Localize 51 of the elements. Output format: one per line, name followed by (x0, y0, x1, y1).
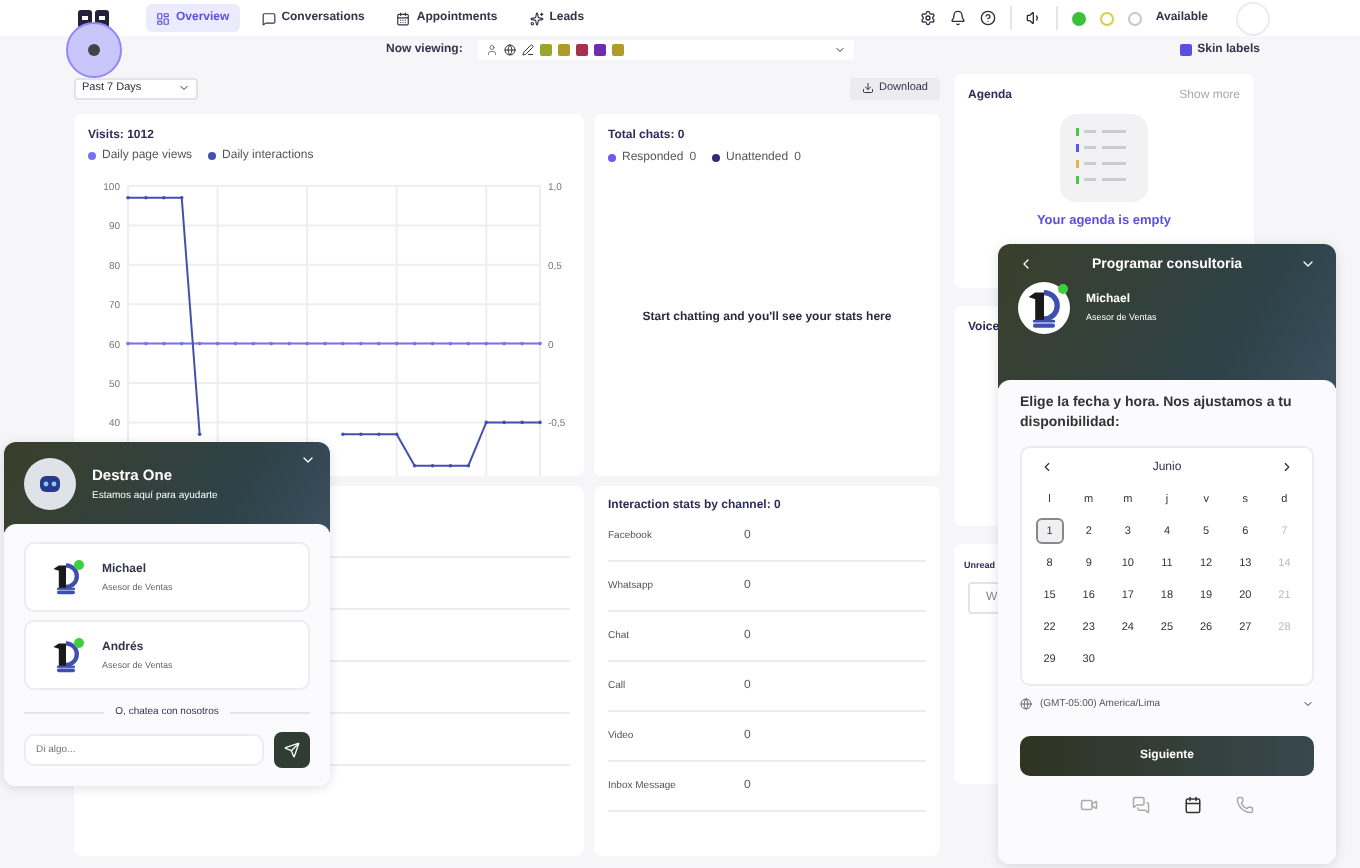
tab-icon (396, 11, 411, 25)
data-point (448, 341, 453, 346)
status-radio[interactable] (1127, 11, 1142, 25)
data-point (466, 341, 471, 346)
help-icon[interactable] (979, 10, 996, 26)
data-point (394, 341, 399, 346)
speaker-icon[interactable] (1025, 10, 1042, 26)
logo-icon (48, 559, 84, 595)
send-icon (284, 742, 300, 758)
viewing-select[interactable] (478, 40, 855, 60)
bell-icon[interactable] (949, 10, 966, 26)
data-point (215, 341, 220, 346)
checkbox[interactable] (1179, 44, 1192, 56)
data-point (484, 420, 489, 425)
data-point (412, 463, 417, 468)
data-point (412, 341, 417, 346)
data-point (179, 341, 184, 346)
next-icon[interactable] (1279, 460, 1294, 474)
send-button[interactable] (274, 732, 310, 768)
caret-icon (178, 82, 190, 94)
tab-icon (156, 11, 170, 25)
caret-icon (834, 44, 847, 56)
empty-list-drawing (1060, 114, 1148, 202)
download-icon (861, 82, 874, 94)
dot-icon (88, 44, 100, 56)
globe-icon (1020, 698, 1032, 710)
data-point (197, 341, 202, 346)
data-point (430, 341, 435, 346)
previous-icon[interactable] (1040, 460, 1054, 474)
data-point (233, 341, 238, 346)
data-point (430, 463, 435, 468)
settings-icon[interactable] (919, 10, 936, 26)
data-point (251, 341, 256, 346)
globe-icon (504, 44, 517, 56)
status-radio[interactable] (1071, 11, 1086, 25)
data-point (484, 341, 489, 346)
pen-icon (522, 44, 535, 56)
collapse-icon[interactable] (300, 452, 316, 468)
user-icon (486, 44, 499, 56)
status-radio[interactable] (1099, 11, 1114, 25)
tab-icon (261, 11, 276, 25)
caret-icon[interactable] (1302, 698, 1314, 710)
calendar-icon[interactable] (1184, 796, 1202, 814)
tab-icon (529, 11, 544, 25)
logo-icon (48, 637, 84, 673)
floating-button[interactable] (66, 22, 122, 78)
data-point (269, 341, 274, 346)
data-point (466, 463, 471, 468)
collapse-icon[interactable] (1299, 256, 1316, 272)
data-point (448, 463, 453, 468)
back-icon[interactable] (1018, 256, 1034, 272)
